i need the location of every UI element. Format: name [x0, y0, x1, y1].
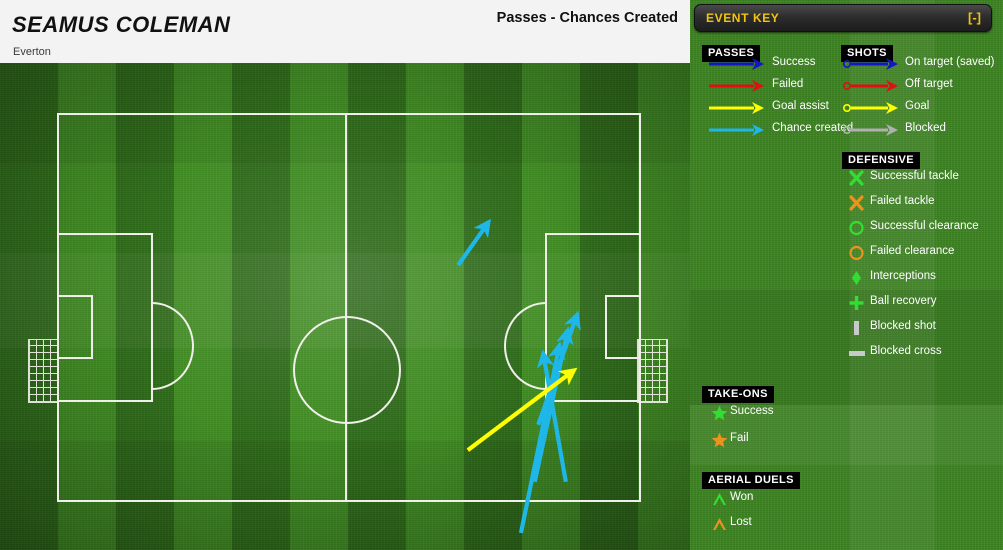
- football-pitch: [0, 63, 690, 550]
- key-section-label-take-ons: TAKE-ONS: [702, 386, 774, 403]
- key-item-label: Success: [772, 56, 816, 68]
- arrow-dot-icon: [842, 102, 898, 114]
- key-item-label: Successful tackle: [870, 170, 959, 182]
- key-item-label: Failed: [772, 78, 804, 90]
- key-section-label-aerial-duels: AERIAL DUELS: [702, 472, 800, 489]
- key-item-label: Lost: [730, 516, 752, 528]
- team-label: Everton: [13, 46, 51, 58]
- key-item-label: Interceptions: [870, 270, 936, 282]
- pitch-panel: SEAMUS COLEMAN Everton Passes - Chances …: [0, 0, 690, 550]
- arrow-icon: [709, 80, 764, 92]
- page-title: SEAMUS COLEMAN: [12, 12, 231, 37]
- key-item-label: Failed tackle: [870, 195, 935, 207]
- key-item-label: Blocked cross: [870, 345, 942, 357]
- key-item-label: Successful clearance: [870, 220, 979, 232]
- event-key-title: EVENT KEY: [706, 11, 780, 25]
- key-item-label: Goal: [905, 100, 930, 112]
- chart-title: Passes - Chances Created: [496, 10, 678, 26]
- key-item-label: Goal assist: [772, 100, 829, 112]
- event-arrow-layer: [456, 218, 581, 534]
- key-item-label: Off target: [905, 78, 953, 90]
- arrow-dot-icon: [842, 80, 898, 92]
- key-section-label-defensive: DEFENSIVE: [842, 152, 920, 169]
- arrow-icon: [709, 102, 764, 114]
- key-item-label: Ball recovery: [870, 295, 937, 307]
- key-item-label: Won: [730, 491, 754, 503]
- player-header: SEAMUS COLEMAN Everton Passes - Chances …: [0, 0, 690, 63]
- key-item-label: Blocked: [905, 122, 946, 134]
- event-key-panel: EVENT KEY [-] PASSES Success Failed Goal as…: [690, 0, 1003, 550]
- arrow-icon: [709, 124, 764, 136]
- event-arrow-chance-created[interactable]: [456, 218, 492, 267]
- event-key-header-bar[interactable]: EVENT KEY [-]: [694, 4, 992, 32]
- arrow-dot-icon: [842, 124, 898, 136]
- collapse-toggle-button[interactable]: [-]: [968, 10, 981, 25]
- arrow-dot-icon: [842, 58, 898, 70]
- event-arrow-chance-created[interactable]: [518, 341, 566, 534]
- key-item-label: Blocked shot: [870, 320, 936, 332]
- arrow-icon: [709, 58, 764, 70]
- key-item-label: On target (saved): [905, 56, 995, 68]
- key-item-label: Fail: [730, 432, 749, 444]
- key-item-label: Failed clearance: [870, 245, 955, 257]
- key-item-label: Success: [730, 405, 774, 417]
- event-map-screen: SEAMUS COLEMAN Everton Passes - Chances …: [0, 0, 1003, 550]
